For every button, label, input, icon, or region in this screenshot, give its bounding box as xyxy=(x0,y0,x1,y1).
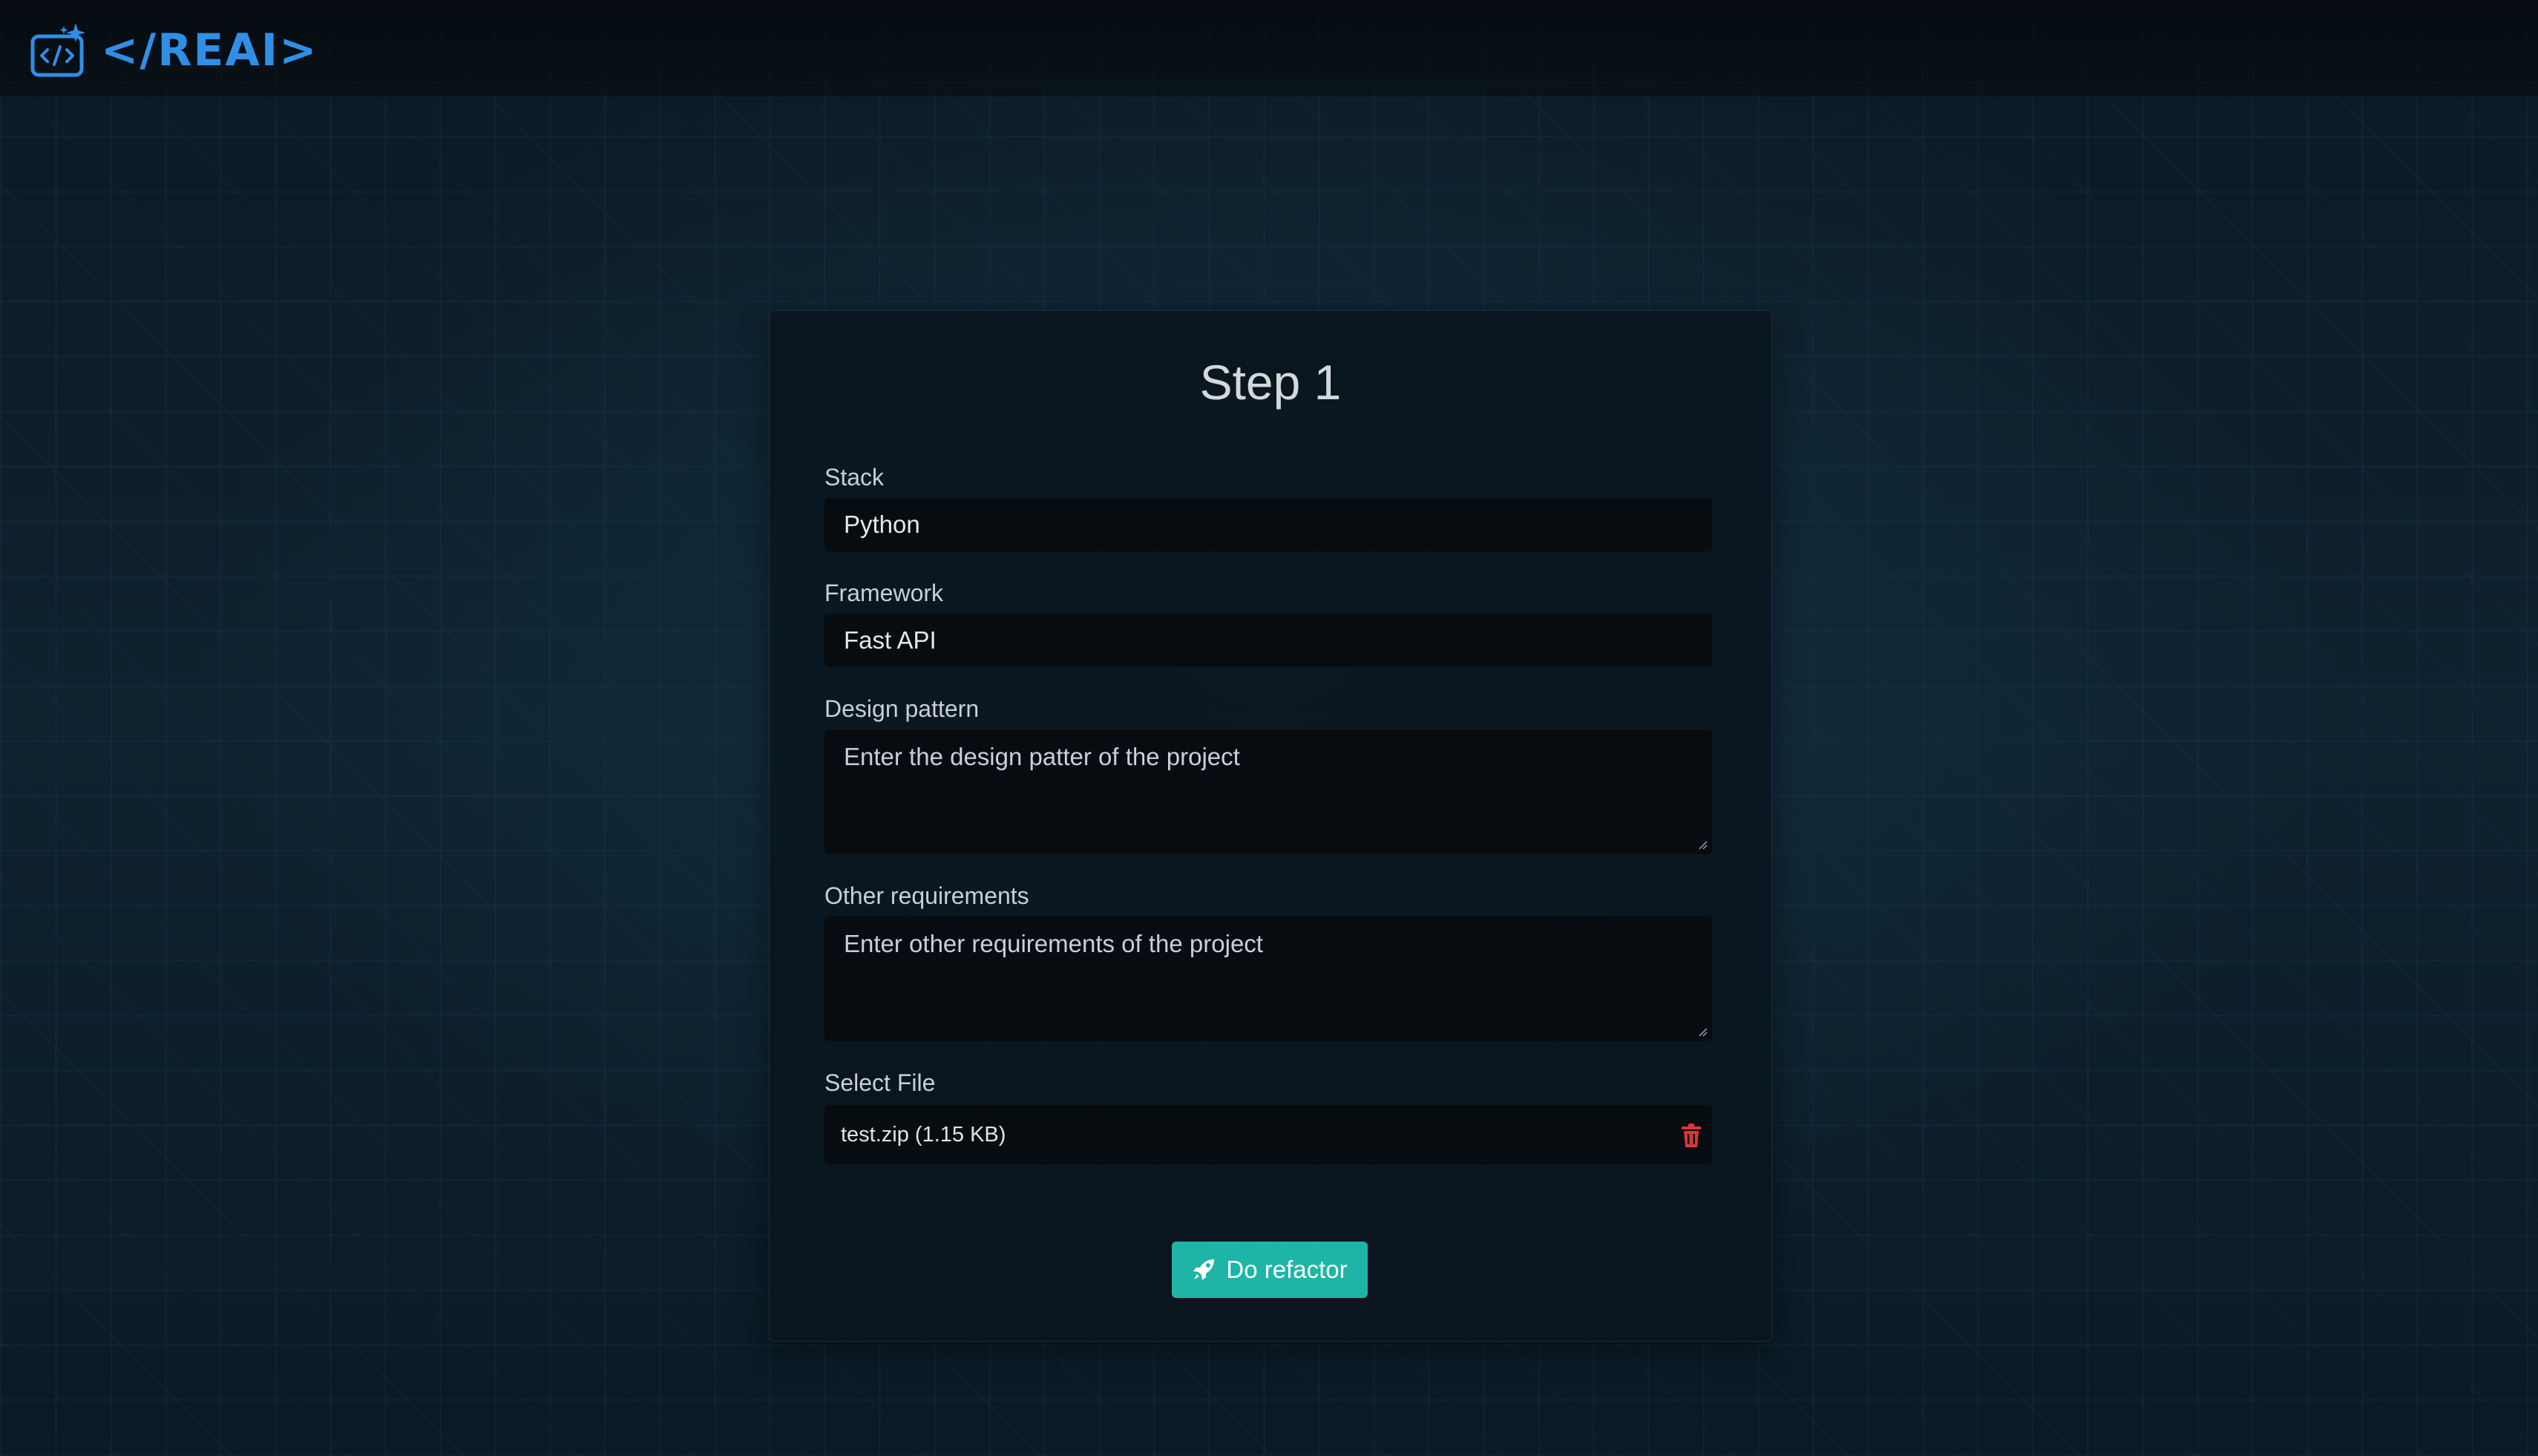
logo-text: </REAI> xyxy=(101,24,318,76)
trash-icon[interactable] xyxy=(1679,1123,1703,1148)
other-requirements-placeholder: Enter other requirements of the project xyxy=(844,930,1263,957)
top-navbar: </REAI> xyxy=(0,0,2538,96)
rocket-icon xyxy=(1193,1259,1215,1280)
resize-handle-icon[interactable] xyxy=(1696,838,1708,850)
design-pattern-textarea[interactable]: Enter the design patter of the project xyxy=(824,729,1712,854)
select-file-label: Select File xyxy=(824,1069,936,1096)
design-pattern-placeholder: Enter the design patter of the project xyxy=(844,743,1240,770)
page-title: Step 1 xyxy=(1199,355,1342,410)
step-form-card: Step 1 Stack Python Framework Fast API D… xyxy=(769,310,1772,1342)
resize-handle-icon[interactable] xyxy=(1696,1025,1708,1037)
stack-label: Stack xyxy=(824,464,885,491)
do-refactor-label: Do refactor xyxy=(1226,1256,1348,1283)
design-pattern-label: Design pattern xyxy=(824,695,980,722)
stack-input[interactable]: Python xyxy=(824,498,1712,551)
other-requirements-label: Other requirements xyxy=(824,882,1029,909)
code-sparkle-icon xyxy=(30,23,85,77)
framework-label: Framework xyxy=(824,580,944,606)
file-name: test.zip (1.15 KB) xyxy=(841,1123,1006,1147)
other-requirements-textarea[interactable]: Enter other requirements of the project xyxy=(824,916,1712,1041)
framework-input[interactable]: Fast API xyxy=(824,614,1712,667)
selected-file-row: test.zip (1.15 KB) xyxy=(824,1105,1712,1164)
logo[interactable]: </REAI> xyxy=(30,21,318,80)
do-refactor-button[interactable]: Do refactor xyxy=(1172,1242,1368,1298)
